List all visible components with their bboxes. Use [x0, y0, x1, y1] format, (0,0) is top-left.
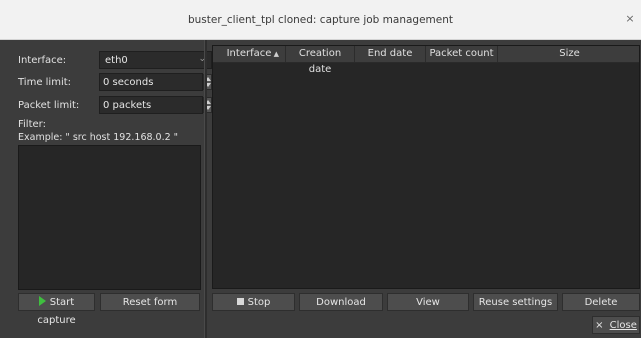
filter-example: Example: " src host 192.168.0.2 " [18, 132, 179, 143]
column-header-interface[interactable]: Interface ▲ [213, 46, 286, 62]
column-header-label: Interface [226, 48, 272, 59]
table-header: Interface ▲ Creation date End date Packe… [213, 46, 639, 75]
filter-textarea[interactable] [18, 145, 201, 290]
filter-label: Filter: [18, 119, 46, 130]
title-bar: buster_client_tpl cloned: capture job ma… [0, 0, 641, 40]
play-icon [38, 296, 46, 306]
window-close-icon[interactable]: × [624, 13, 636, 25]
reset-form-button[interactable]: Reset form [100, 293, 200, 311]
time-limit-value: 0 seconds [103, 77, 154, 88]
stop-label: Stop [247, 297, 271, 308]
panel-splitter[interactable] [204, 40, 207, 338]
view-button[interactable]: View [387, 293, 469, 311]
column-header-packet-count[interactable]: Packet count [426, 46, 498, 62]
stop-icon [236, 297, 244, 305]
window-title: buster_client_tpl cloned: capture job ma… [187, 14, 454, 26]
column-header-creation-date[interactable]: Creation date [286, 46, 355, 75]
packet-limit-input[interactable]: 0 packets [99, 96, 203, 114]
interface-select[interactable]: eth0 ⌄ [99, 51, 212, 69]
time-limit-label: Time limit: [18, 77, 72, 88]
interface-value: eth0 [105, 55, 128, 66]
capture-jobs-table[interactable]: Interface ▲ Creation date End date Packe… [212, 45, 640, 289]
close-icon: × [595, 320, 607, 331]
start-capture-button[interactable]: Start capture [18, 293, 95, 326]
interface-label: Interface: [18, 55, 67, 66]
delete-button[interactable]: Delete [562, 293, 640, 311]
column-header-size[interactable]: Size [498, 46, 639, 62]
packet-limit-value: 0 packets [103, 100, 152, 111]
reuse-settings-button[interactable]: Reuse settings [473, 293, 558, 311]
download-button[interactable]: Download [299, 293, 383, 311]
capture-form: Interface: eth0 ⌄ Time limit: 0 seconds … [12, 45, 212, 313]
close-button[interactable]: × Close [592, 316, 640, 334]
close-label: Close [609, 320, 637, 331]
column-header-end-date[interactable]: End date [355, 46, 426, 62]
time-limit-input[interactable]: 0 seconds [99, 73, 203, 91]
packet-limit-label: Packet limit: [18, 100, 80, 111]
stop-button[interactable]: Stop [212, 293, 295, 311]
dialog-body: Interface: eth0 ⌄ Time limit: 0 seconds … [0, 40, 641, 338]
sort-ascending-icon: ▲ [273, 50, 279, 58]
